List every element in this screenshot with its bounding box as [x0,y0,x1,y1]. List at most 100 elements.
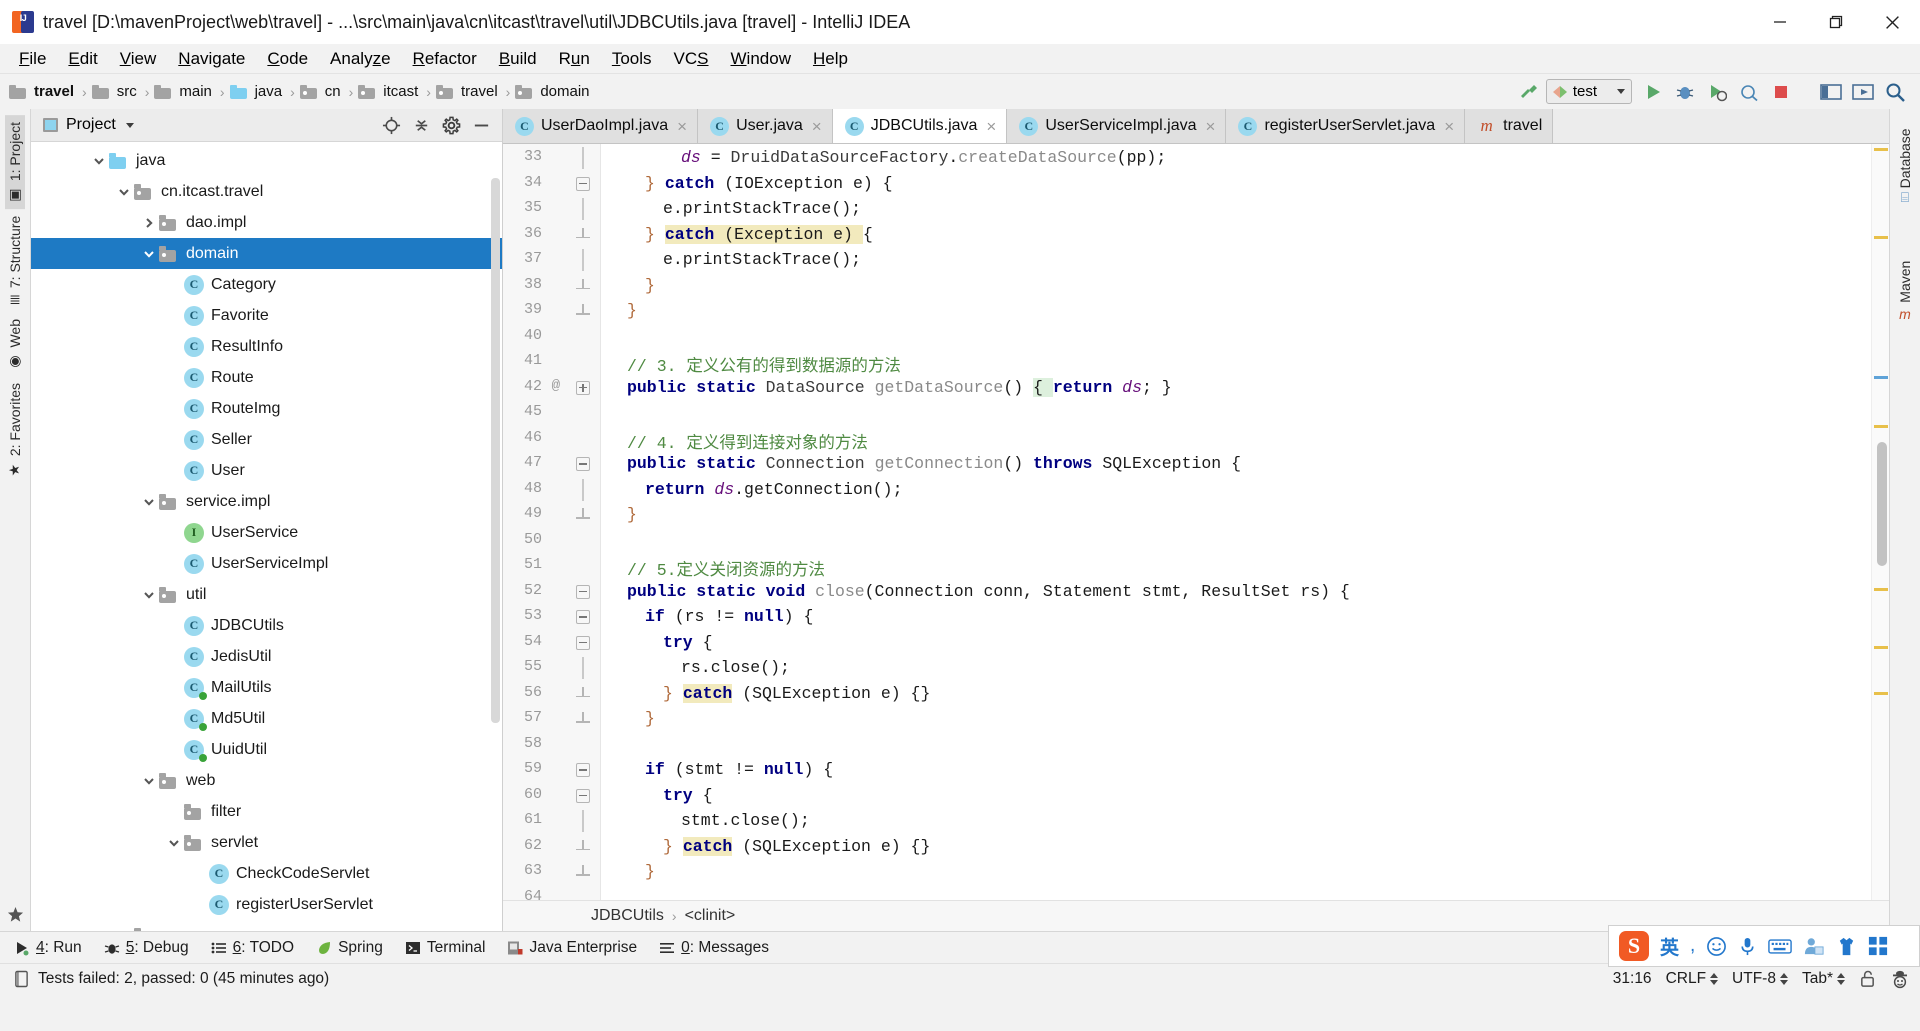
menu-file[interactable]: File [8,47,57,71]
tree-item-mailutils[interactable]: C MailUtils [31,672,502,703]
marker-warning[interactable] [1874,692,1888,695]
annotation-gutter-marker[interactable]: @ [552,378,560,394]
maximize-button[interactable] [1808,0,1864,44]
code-fold-minus[interactable] [576,457,590,471]
tree-item-cn-itcast-travel[interactable]: cn.itcast.travel [31,176,502,207]
favorites-star-icon[interactable] [0,906,31,923]
editor-breadcrumb-item[interactable]: <clinit> [685,907,736,925]
breadcrumb-cn-4[interactable]: cn [299,82,344,101]
code-line[interactable]: e.printStackTrace(); [609,250,861,269]
code-line[interactable]: } catch (SQLException e) {} [609,836,930,856]
code-line[interactable]: try { [609,786,713,805]
tool-window-0-messages[interactable]: 0: Messages [659,939,769,957]
marker-warning[interactable] [1874,425,1888,428]
rail-maven[interactable]: m Maven [1895,254,1915,327]
code-line[interactable]: } [609,276,655,295]
tree-item-registeruserservlet[interactable]: CregisterUserServlet [31,889,502,920]
code-line[interactable]: rs.close(); [609,658,790,677]
code-line[interactable]: } catch (IOException e) { [609,174,893,193]
update-app-button[interactable] [1848,78,1878,106]
menu-analyze[interactable]: Analyze [319,47,402,71]
grid-icon[interactable] [1868,936,1888,956]
code-line[interactable]: if (rs != null) { [609,607,813,626]
run-with-coverage-button[interactable] [1702,78,1732,106]
code-fold-minus[interactable] [576,763,590,777]
code-fold-line[interactable] [576,147,590,169]
menu-navigate[interactable]: Navigate [167,47,256,71]
tree-item-user[interactable]: C User [31,455,502,486]
profiler-button[interactable] [1734,78,1764,106]
keyboard-icon[interactable] [1768,938,1793,955]
editor-scrollbar[interactable] [1877,442,1887,566]
search-everywhere-button[interactable] [1880,78,1910,106]
rail-web[interactable]: ◉ Web [5,312,25,376]
marker-warning[interactable] [1874,588,1888,591]
tool-window-java-enterprise[interactable]: Java Enterprise [507,939,637,957]
marker-warning[interactable] [1874,148,1888,151]
tree-item-jdbcutils[interactable]: C JDBCUtils [31,610,502,641]
menu-help[interactable]: Help [802,47,859,71]
tree-item-util[interactable]: util [31,579,502,610]
rail--favorites[interactable]: ★ 2: Favorites [5,376,25,484]
sogou-logo-icon[interactable]: S [1619,931,1649,961]
tree-item-md5util[interactable]: C Md5Util [31,703,502,734]
marker-warning[interactable] [1874,236,1888,239]
menu-vcs[interactable]: VCS [663,47,720,71]
tree-item-favorite[interactable]: C Favorite [31,300,502,331]
user-icon[interactable] [1803,936,1825,956]
code-line[interactable]: e.printStackTrace(); [609,199,861,218]
code-fold-minus[interactable] [576,584,590,599]
chevron-down-icon[interactable] [139,244,159,264]
code-fold-endbr[interactable] [576,304,590,318]
rail--structure[interactable]: ≣ 7: Structure [5,209,25,312]
chevron-down-icon[interactable] [164,833,184,853]
menu-tools[interactable]: Tools [601,47,663,71]
tree-item-category[interactable]: C Category [31,269,502,300]
breadcrumb-travel-0[interactable]: travel [9,82,77,101]
menu-window[interactable]: Window [720,47,802,71]
tree-item-seller[interactable]: C Seller [31,424,502,455]
code-line[interactable]: if (stmt != null) { [609,760,833,779]
show-layout-button[interactable] [1816,78,1846,106]
tree-item-domain[interactable]: domain [31,238,502,269]
tree-item-web[interactable]: web [31,765,502,796]
editor-tab-userdaoimpl-java[interactable]: C UserDaoImpl.java × [503,109,699,143]
caret-position[interactable]: 31:16 [1613,970,1652,988]
microphone-icon[interactable] [1738,936,1757,957]
tool-window-4-run[interactable]: 4: Run [14,939,82,957]
code-line[interactable]: } [609,709,655,728]
menu-view[interactable]: View [109,47,168,71]
code-line[interactable]: ds = DruidDataSourceFactory.createDataSo… [609,148,1166,167]
editor-tab-jdbcutils-java[interactable]: C JDBCUtils.java × [832,109,1008,143]
editor-tab-registeruserservlet-java[interactable]: CregisterUserServlet.java × [1226,109,1466,143]
code-fold-minus[interactable] [576,788,590,803]
code-line[interactable]: // 5.定义关闭资源的方法 [609,556,825,580]
gear-icon[interactable] [436,111,466,139]
close-button[interactable] [1864,0,1920,44]
menu-refactor[interactable]: Refactor [402,47,488,71]
build-button[interactable] [1514,78,1544,106]
code-fold-line[interactable] [576,478,590,501]
tree-item-service-impl[interactable]: service.impl [31,486,502,517]
marker-warning[interactable] [1874,646,1888,649]
tree-item-java[interactable]: java [31,145,502,176]
chinese-english-toggle-icon[interactable]: 英 [1660,933,1679,960]
breadcrumb-main-2[interactable]: main [154,82,215,101]
tree-item-checkcodeservlet[interactable]: C CheckCodeServlet [31,858,502,889]
close-icon[interactable]: × [810,118,822,135]
collapse-all-icon[interactable] [406,111,436,139]
code-fold-endbr[interactable] [576,508,590,522]
tree-item-route[interactable]: C Route [31,362,502,393]
chevron-right-icon[interactable] [139,213,159,233]
debug-button[interactable] [1670,78,1700,106]
tool-window-6-todo[interactable]: 6: TODO [211,939,294,957]
code-line[interactable]: stmt.close(); [609,811,810,830]
tree-item-filter[interactable]: filter [31,796,502,827]
tree-item-userserviceimpl[interactable]: C UserServiceImpl [31,548,502,579]
encoding-selector[interactable]: UTF-8 [1732,970,1788,988]
code-fold-endbr[interactable] [576,865,590,879]
code-line[interactable]: return ds.getConnection(); [609,480,902,499]
stop-button[interactable] [1766,78,1796,106]
hide-panel-icon[interactable] [466,111,496,139]
unlocked-icon[interactable] [1859,970,1876,988]
